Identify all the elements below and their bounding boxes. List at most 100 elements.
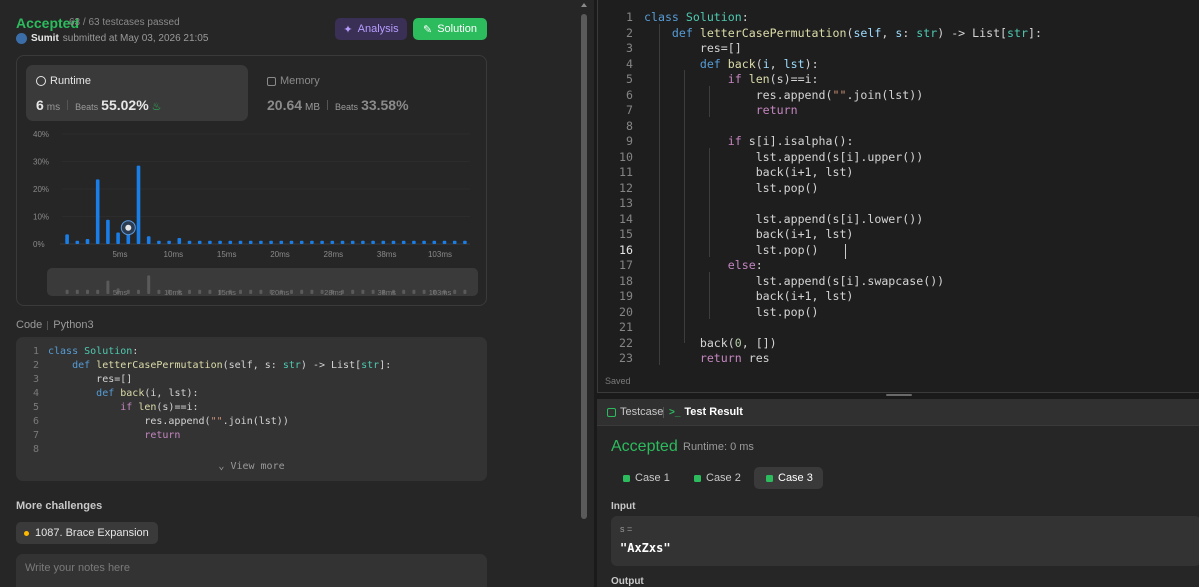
tab-test-result[interactable]: >_ Test Result bbox=[669, 406, 743, 418]
checkbox-icon bbox=[607, 407, 616, 417]
chart-bar bbox=[177, 237, 182, 244]
scroll-up-icon[interactable] bbox=[581, 3, 587, 7]
overview-bar bbox=[320, 289, 324, 294]
chart-bar bbox=[391, 240, 396, 244]
chart-bar bbox=[299, 240, 304, 244]
notes-input[interactable]: Write your notes here bbox=[16, 554, 487, 587]
check-icon bbox=[694, 474, 701, 482]
test-panel: Testcase >_ Test Result Accepted Runtime… bbox=[597, 399, 1199, 587]
chart-bar bbox=[197, 240, 202, 244]
resize-handle[interactable] bbox=[886, 394, 912, 396]
check-icon bbox=[623, 474, 630, 482]
overview-bar bbox=[239, 289, 242, 294]
input-value: "AxZxs" bbox=[620, 541, 671, 555]
editor-line: 18 lst.append(s[i].swapcase()) bbox=[619, 273, 945, 288]
terminal-icon: >_ bbox=[669, 406, 681, 418]
runtime-distribution-chart[interactable]: 40% 30% 20% 10% 0% 5ms 10ms 15ms 20ms 28ms 38ms 103… bbox=[0, 0, 594, 310]
code-line: 4 def back(i, lst): bbox=[32, 388, 199, 399]
chart-bar bbox=[463, 240, 467, 244]
editor-line: 5 if len(s)==i: bbox=[626, 72, 819, 86]
chart-bar bbox=[75, 240, 80, 244]
editor-line: 21 bbox=[619, 320, 633, 334]
chart-bar bbox=[381, 240, 386, 244]
editor-line-active: 16 lst.pop() bbox=[619, 242, 819, 257]
code-line: 8 bbox=[32, 444, 39, 455]
chart-bar bbox=[248, 240, 253, 244]
chart-bar bbox=[310, 240, 314, 244]
overview-bar bbox=[300, 289, 304, 294]
case-tab-2[interactable]: Case 2 bbox=[682, 467, 751, 489]
overview-bar bbox=[290, 289, 293, 294]
overview-bar bbox=[402, 289, 406, 294]
case-tab-3[interactable]: Case 3 bbox=[754, 467, 823, 489]
editor-line: 6 res.append("".join(lst)) bbox=[626, 87, 924, 102]
tab-testcase-label: Testcase bbox=[620, 406, 664, 418]
editor-line: 15 back(i+1, lst) bbox=[619, 227, 854, 241]
chart-bar bbox=[95, 179, 100, 244]
overview-tick-label: 10ms bbox=[164, 288, 183, 297]
code-line: 6 res.append("".join(lst)) bbox=[32, 416, 289, 427]
chart-bar bbox=[218, 240, 222, 244]
x-tick-label: 15ms bbox=[217, 250, 237, 259]
overview-bar bbox=[106, 280, 110, 294]
tab-testcase[interactable]: Testcase bbox=[607, 406, 663, 418]
chart-bar bbox=[259, 240, 263, 244]
y-tick-label: 20% bbox=[33, 185, 49, 194]
overview-bar bbox=[96, 289, 100, 294]
check-icon bbox=[766, 474, 773, 482]
overview-tick-label: 28ms bbox=[324, 288, 343, 297]
chart-bar bbox=[452, 240, 457, 244]
overview-tick-label: 103ms bbox=[429, 288, 452, 297]
editor-line: 4 def back(i, lst): bbox=[626, 56, 819, 71]
code-line: 7 return bbox=[32, 430, 181, 441]
overview-bar bbox=[86, 289, 89, 294]
code-line: 3 res=[] bbox=[32, 374, 133, 385]
overview-bar bbox=[126, 289, 130, 294]
overview-bar bbox=[310, 289, 314, 294]
chart-bar bbox=[85, 239, 90, 244]
scroll-thumb[interactable] bbox=[581, 14, 587, 519]
chevrons-down-icon: ⌄ bbox=[218, 461, 225, 472]
chart-bar bbox=[65, 234, 69, 244]
editor-line: 8 bbox=[626, 118, 633, 133]
overview-bar bbox=[208, 289, 212, 294]
code-language: Python3 bbox=[53, 319, 94, 331]
input-label: Input bbox=[611, 501, 636, 512]
editor-line: 19 back(i+1, lst) bbox=[619, 289, 854, 303]
editor-line: 12 lst.pop() bbox=[619, 180, 819, 195]
input-box: s = "AxZxs" bbox=[611, 516, 1199, 566]
difficulty-dot bbox=[24, 530, 29, 536]
x-tick-label: 38ms bbox=[377, 250, 397, 259]
case-tab-1[interactable]: Case 1 bbox=[611, 467, 680, 489]
view-more-label: View more bbox=[230, 461, 285, 472]
left-scrollbar[interactable] bbox=[580, 0, 588, 587]
x-tick-label: 103ms bbox=[428, 250, 452, 259]
chart-bar bbox=[116, 232, 120, 244]
chart-bar bbox=[340, 240, 345, 244]
chart-bar bbox=[146, 236, 151, 244]
view-more-button[interactable]: ⌄ View more bbox=[16, 461, 487, 472]
code-header: Code Python3 bbox=[16, 319, 94, 331]
avatar-dot bbox=[125, 224, 132, 231]
test-panel-header: Testcase >_ Test Result bbox=[597, 399, 1199, 426]
chart-bar bbox=[106, 219, 110, 244]
chart-bar bbox=[371, 240, 375, 244]
chart-bar bbox=[167, 240, 171, 244]
overview-bar bbox=[188, 289, 191, 294]
overview-tick-label: 5ms bbox=[113, 288, 127, 297]
text-cursor bbox=[845, 244, 846, 259]
overview-tick-label: 38ms bbox=[377, 288, 396, 297]
code-editor[interactable]: 1 class Solution: 2 def letterCasePermuta… bbox=[597, 0, 1199, 393]
output-label: Output bbox=[611, 576, 644, 587]
chart-bar bbox=[289, 240, 294, 244]
chart-bar bbox=[350, 240, 355, 244]
chart-bar bbox=[269, 240, 273, 244]
editor-line: 23 return res bbox=[619, 351, 770, 363]
y-tick-label: 10% bbox=[33, 213, 49, 222]
chart-bar bbox=[330, 240, 335, 244]
chart-bar bbox=[157, 240, 161, 244]
challenge-label: 1087. Brace Expansion bbox=[35, 527, 149, 539]
challenge-link[interactable]: 1087. Brace Expansion bbox=[16, 522, 158, 544]
code-line: 2 def letterCasePermutation(self, s: str… bbox=[32, 360, 392, 371]
overview-bar bbox=[463, 289, 467, 294]
